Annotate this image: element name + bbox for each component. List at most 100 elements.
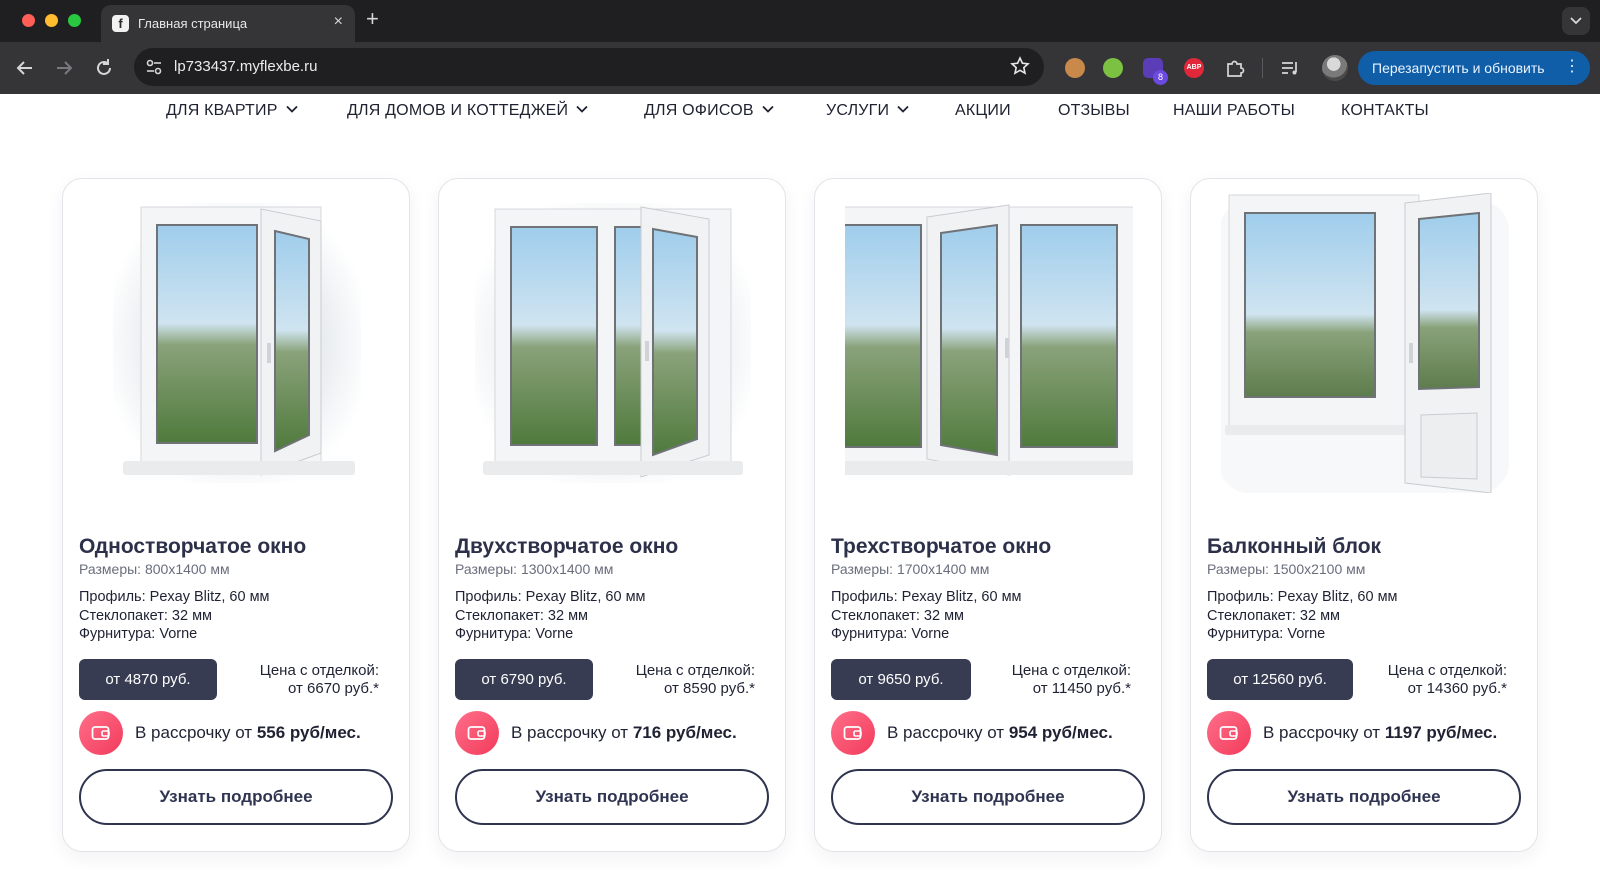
- profile-avatar[interactable]: [1322, 55, 1348, 81]
- product-title: Двухстворчатое окно: [455, 535, 679, 558]
- product-hardware: Фурнитура: Vorne: [1207, 626, 1326, 642]
- nav-item-our-works[interactable]: НАШИ РАБОТЫ: [1173, 102, 1295, 120]
- product-profile: Профиль: Pexay Blitz, 60 мм: [79, 589, 270, 605]
- tab-search-button[interactable]: [1562, 7, 1590, 35]
- web-page: ДЛЯ КВАРТИР ДЛЯ ДОМОВ И КОТТЕДЖЕЙ ДЛЯ ОФ…: [0, 94, 1600, 881]
- chevron-down-icon: [762, 105, 774, 113]
- back-arrow-icon[interactable]: [14, 57, 36, 79]
- finish-price-label: Цена с отделкой:: [259, 662, 379, 679]
- product-hardware: Фурнитура: Vorne: [455, 626, 574, 642]
- media-controls-icon[interactable]: [1279, 57, 1301, 79]
- finish-price-value: от 14360 руб.*: [1407, 680, 1507, 697]
- finish-price-value: от 6670 руб.*: [287, 680, 379, 697]
- nav-item-apartments[interactable]: ДЛЯ КВАРТИР: [166, 102, 298, 120]
- minimize-window-button[interactable]: [45, 14, 58, 27]
- maximize-window-button[interactable]: [68, 14, 81, 27]
- product-profile: Профиль: Pexay Blitz, 60 мм: [1207, 589, 1398, 605]
- address-bar[interactable]: lp733437.myflexbe.ru: [134, 48, 1044, 86]
- relaunch-update-label: Перезапустить и обновить: [1372, 60, 1545, 76]
- site-favicon-icon: f: [112, 15, 129, 32]
- finish-price-label: Цена с отделкой:: [635, 662, 755, 679]
- nav-item-houses[interactable]: ДЛЯ ДОМОВ И КОТТЕДЖЕЙ: [347, 102, 588, 120]
- adblock-extension-icon[interactable]: ABP: [1184, 58, 1204, 78]
- installment-badge: [79, 711, 123, 755]
- product-title: Балконный блок: [1207, 535, 1382, 558]
- new-tab-button[interactable]: +: [366, 6, 379, 32]
- learn-more-button[interactable]: Узнать подробнее: [79, 769, 393, 825]
- product-card: Трехстворчатое окно Размеры: 1700x1400 м…: [814, 178, 1162, 852]
- extension-badge: 8: [1153, 70, 1168, 85]
- product-size: Размеры: 1700x1400 мм: [831, 561, 990, 577]
- nav-item-promotions[interactable]: АКЦИИ: [955, 102, 1011, 120]
- nav-item-services[interactable]: УСЛУГИ: [826, 102, 909, 120]
- finish-price-value: от 11450 руб.*: [1032, 680, 1131, 697]
- wallet-icon: [91, 726, 110, 740]
- product-title: Одностворчатое окно: [79, 535, 307, 558]
- window-photo: [475, 203, 751, 483]
- price-button[interactable]: от 12560 руб.: [1207, 659, 1353, 700]
- product-glass: Стеклопакет: 32 мм: [79, 608, 213, 624]
- browser-tab-active[interactable]: f Главная страница ×: [101, 5, 355, 42]
- browser-toolbar: lp733437.myflexbe.ru 8 ABP Перезапустить…: [0, 42, 1600, 94]
- browser-tab-bar: f Главная страница × +: [0, 0, 1600, 42]
- green-extension-icon[interactable]: [1103, 58, 1123, 78]
- product-glass: Стеклопакет: 32 мм: [1207, 608, 1341, 624]
- bookmark-star-icon[interactable]: [1010, 56, 1030, 76]
- site-settings-icon[interactable]: [144, 57, 164, 77]
- wallet-icon: [1219, 726, 1238, 740]
- installment-text: В рассрочку от 954 руб/мес.: [887, 723, 1113, 742]
- learn-more-button[interactable]: Узнать подробнее: [455, 769, 769, 825]
- nav-item-reviews[interactable]: ОТЗЫВЫ: [1058, 102, 1130, 120]
- learn-more-button[interactable]: Узнать подробнее: [831, 769, 1145, 825]
- chevron-down-icon: [1570, 17, 1582, 25]
- wallet-icon: [843, 726, 862, 740]
- product-glass: Стеклопакет: 32 мм: [831, 608, 965, 624]
- window-photo: [1221, 193, 1509, 493]
- chevron-down-icon: [285, 105, 298, 113]
- installment-badge: [831, 711, 875, 755]
- nav-item-contacts[interactable]: КОНТАКТЫ: [1341, 102, 1429, 120]
- installment-badge: [1207, 711, 1251, 755]
- product-size: Размеры: 800x1400 мм: [79, 561, 230, 577]
- installment-badge: [455, 711, 499, 755]
- finish-price-label: Цена с отделкой:: [1387, 662, 1507, 679]
- product-size: Размеры: 1500x2100 мм: [1207, 561, 1366, 577]
- installment-text: В рассрочку от 556 руб/мес.: [135, 723, 361, 742]
- product-hardware: Фурнитура: Vorne: [79, 626, 198, 642]
- product-card: Одностворчатое окно Размеры: 800x1400 мм…: [62, 178, 410, 852]
- window-photo: [845, 204, 1133, 476]
- cookie-extension-icon[interactable]: [1065, 58, 1085, 78]
- extensions-puzzle-icon[interactable]: [1224, 57, 1246, 79]
- product-profile: Профиль: Pexay Blitz, 60 мм: [831, 589, 1022, 605]
- main-navigation: ДЛЯ КВАРТИР ДЛЯ ДОМОВ И КОТТЕДЖЕЙ ДЛЯ ОФ…: [0, 102, 1600, 132]
- nav-item-offices[interactable]: ДЛЯ ОФИСОВ: [644, 102, 774, 120]
- product-size: Размеры: 1300x1400 мм: [455, 561, 614, 577]
- product-hardware: Фурнитура: Vorne: [831, 626, 950, 642]
- reload-icon[interactable]: [93, 57, 115, 79]
- forward-arrow-icon[interactable]: [53, 57, 75, 79]
- installment-text: В рассрочку от 1197 руб/мес.: [1263, 723, 1498, 742]
- product-profile: Профиль: Pexay Blitz, 60 мм: [455, 589, 646, 605]
- product-card: Двухстворчатое окно Размеры: 1300x1400 м…: [438, 178, 786, 852]
- tab-title: Главная страница: [138, 16, 248, 31]
- relaunch-update-button[interactable]: Перезапустить и обновить ⋮: [1358, 51, 1590, 85]
- tab-close-icon[interactable]: ×: [334, 13, 343, 31]
- product-glass: Стеклопакет: 32 мм: [455, 608, 589, 624]
- chevron-down-icon: [576, 105, 588, 113]
- wallet-icon: [467, 726, 486, 740]
- chevron-down-icon: [897, 105, 909, 113]
- product-card: Балконный блок Размеры: 1500x2100 мм Про…: [1190, 178, 1538, 852]
- installment-text: В рассрочку от 716 руб/мес.: [511, 723, 737, 742]
- learn-more-button[interactable]: Узнать подробнее: [1207, 769, 1521, 825]
- finish-price-value: от 8590 руб.*: [663, 680, 755, 697]
- price-button[interactable]: от 9650 руб.: [831, 659, 971, 700]
- window-photo: [113, 203, 361, 483]
- url-text[interactable]: lp733437.myflexbe.ru: [174, 58, 317, 75]
- price-button[interactable]: от 6790 руб.: [455, 659, 593, 700]
- more-menu-icon[interactable]: ⋮: [1564, 58, 1580, 76]
- price-button[interactable]: от 4870 руб.: [79, 659, 217, 700]
- toolbar-separator: [1262, 58, 1263, 78]
- product-title: Трехстворчатое окно: [831, 535, 1052, 558]
- finish-price-label: Цена с отделкой:: [1011, 662, 1131, 679]
- close-window-button[interactable]: [22, 14, 35, 27]
